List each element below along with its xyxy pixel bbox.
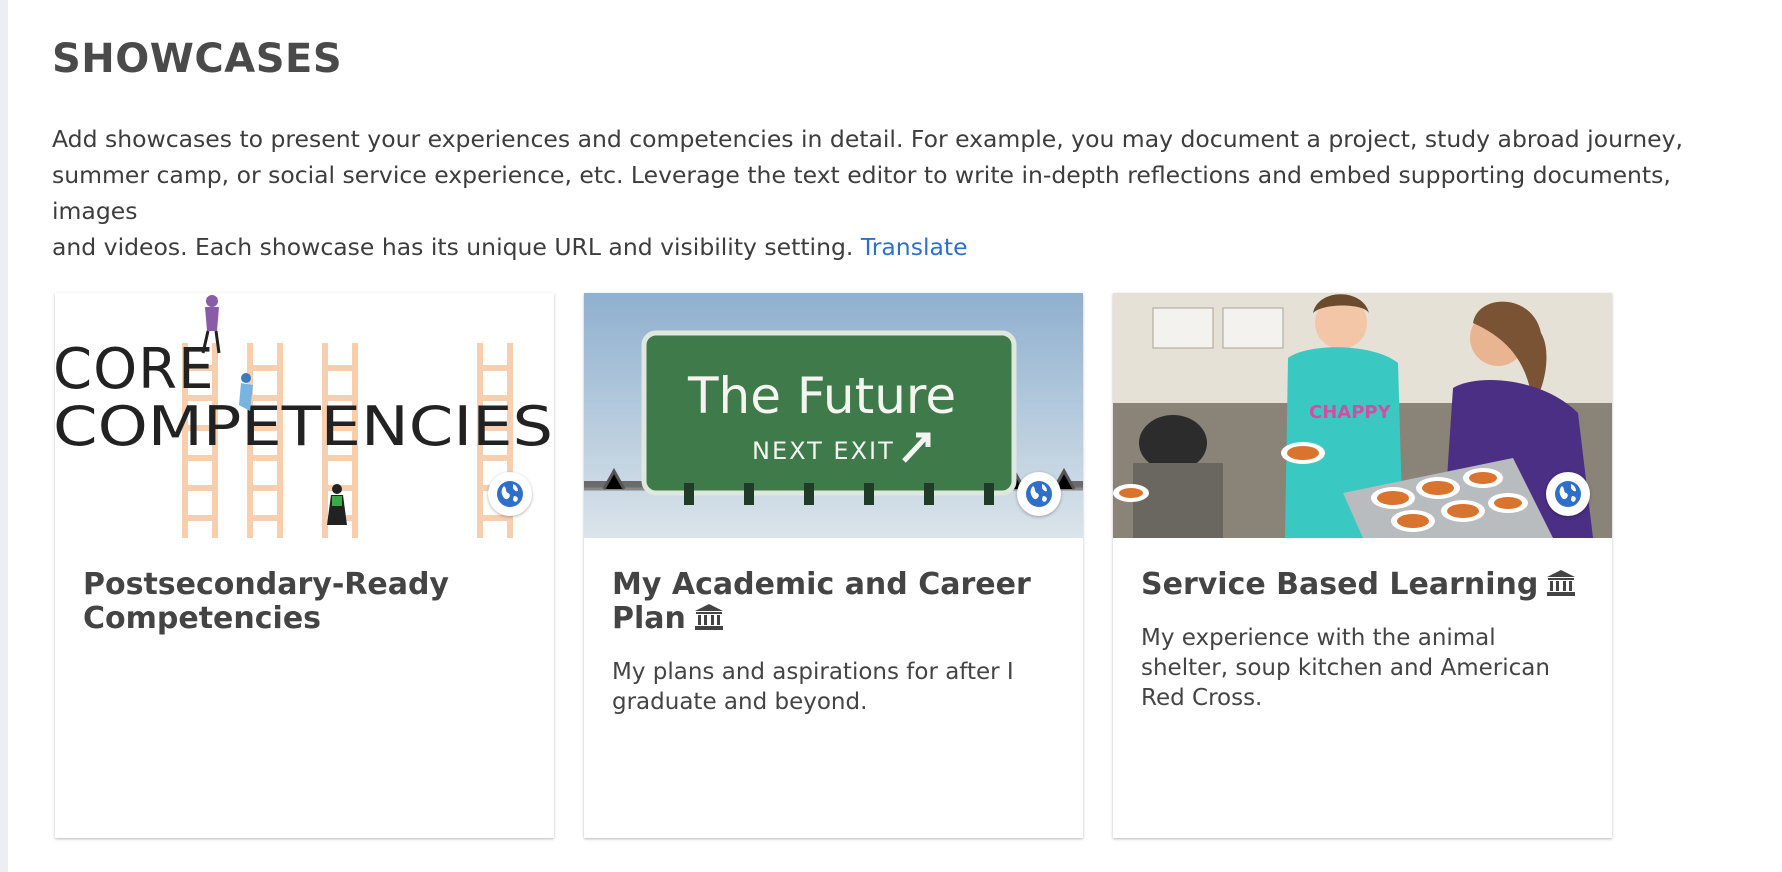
- sign-text-exit: NEXT EXIT: [752, 437, 895, 465]
- image-text-competencies: COMPETENCIES: [55, 395, 553, 458]
- showcase-title[interactable]: Service Based Learning: [1141, 568, 1584, 605]
- sign-text-future: The Future: [687, 367, 956, 425]
- hoodie-text: CHAPPY: [1309, 402, 1392, 423]
- showcase-title[interactable]: Postsecondary-Ready Competencies: [83, 568, 526, 636]
- globe-icon: [1026, 481, 1052, 507]
- showcase-card-academic-career[interactable]: The Future NEXT EXIT My Academic and Car…: [584, 293, 1083, 838]
- globe-icon: [1555, 481, 1581, 507]
- left-rail: [0, 0, 8, 872]
- showcase-description: My experience with the animal shelter, s…: [1141, 625, 1550, 711]
- showcase-title-text: Service Based Learning: [1141, 567, 1539, 602]
- intro-line-1: Add showcases to present your experience…: [52, 125, 1683, 153]
- showcase-card-service-learning[interactable]: CHAPPY Service Based Learning My experie…: [1113, 293, 1612, 838]
- institution-icon: [694, 603, 724, 639]
- intro-line-2: summer camp, or social service experienc…: [52, 161, 1671, 225]
- future-sign-image: The Future NEXT EXIT: [584, 293, 1083, 538]
- showcase-thumbnail: CORE COMPETENCIES: [55, 293, 554, 538]
- showcase-thumbnail: CHAPPY: [1113, 293, 1612, 538]
- showcase-thumbnail: The Future NEXT EXIT: [584, 293, 1083, 538]
- showcase-grid: CORE COMPETENCIES Postsecondary-Ready Co…: [55, 293, 1612, 838]
- core-competencies-image: CORE COMPETENCIES: [55, 293, 554, 538]
- showcase-title-text: Postsecondary-Ready Competencies: [83, 567, 449, 636]
- showcase-title[interactable]: My Academic and Career Plan: [612, 568, 1055, 639]
- showcase-description: My plans and aspirations for after I gra…: [612, 659, 1014, 715]
- page-title: SHOWCASES: [52, 36, 343, 82]
- visibility-public-badge[interactable]: [488, 472, 532, 516]
- translate-link[interactable]: Translate: [861, 233, 968, 261]
- visibility-public-badge[interactable]: [1017, 472, 1061, 516]
- image-text-core: CORE: [55, 337, 214, 402]
- intro-text: Add showcases to present your experience…: [52, 121, 1752, 265]
- showcase-card-competencies[interactable]: CORE COMPETENCIES Postsecondary-Ready Co…: [55, 293, 554, 838]
- globe-icon: [497, 481, 523, 507]
- soup-kitchen-image: CHAPPY: [1113, 293, 1612, 538]
- intro-line-3: and videos. Each showcase has its unique…: [52, 233, 854, 261]
- visibility-public-badge[interactable]: [1546, 472, 1590, 516]
- showcase-title-text: My Academic and Career Plan: [612, 567, 1031, 636]
- institution-icon: [1546, 569, 1576, 605]
